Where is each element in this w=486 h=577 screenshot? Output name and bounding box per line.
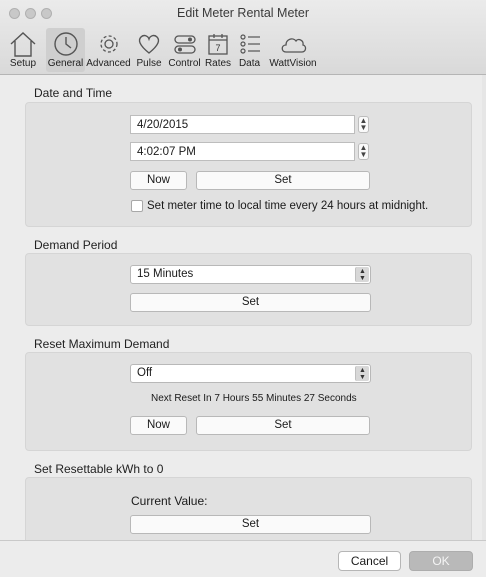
demand-period-section-title: Demand Period xyxy=(34,238,118,252)
toolbar-label: WattVision xyxy=(269,58,317,69)
demand-period-set-button[interactable]: Set xyxy=(130,293,371,312)
resettable-kwh-section-title: Set Resettable kWh to 0 xyxy=(34,462,164,476)
demand-period-select[interactable]: 15 Minutes ▲ ▼ xyxy=(130,265,371,284)
toolbar-label: General xyxy=(47,58,84,69)
reset-max-demand-select[interactable]: Off ▲ ▼ xyxy=(130,364,371,383)
reset-max-demand-value: Off xyxy=(137,367,153,379)
toolbar-data[interactable]: Data xyxy=(233,28,266,72)
date-stepper[interactable]: ▲ ▼ xyxy=(358,116,369,133)
demand-period-value: 15 Minutes xyxy=(137,268,194,280)
house-icon xyxy=(0,30,46,58)
toolbar-general[interactable]: General xyxy=(46,28,85,72)
current-value-label: Current Value: xyxy=(131,494,208,508)
date-time-set-button[interactable]: Set xyxy=(196,171,370,190)
toolbar-control[interactable]: Control xyxy=(166,28,203,72)
toolbar-label: Data xyxy=(238,58,261,69)
toolbar-label: Control xyxy=(168,58,201,69)
toolbar-label: Pulse xyxy=(136,58,162,69)
reset-max-demand-section-title: Reset Maximum Demand xyxy=(34,337,170,351)
time-stepper[interactable]: ▲ ▼ xyxy=(358,143,369,160)
gear-icon xyxy=(85,30,132,58)
list-icon xyxy=(233,30,266,58)
toolbar-advanced[interactable]: Advanced xyxy=(85,28,132,72)
date-time-section-title: Date and Time xyxy=(34,86,113,100)
chevron-updown-icon: ▲ ▼ xyxy=(355,366,369,381)
toolbar-label: Advanced xyxy=(86,58,131,69)
heart-icon xyxy=(132,30,166,58)
toolbar-label: Rates xyxy=(204,58,232,69)
midnight-sync-checkbox[interactable] xyxy=(131,200,143,212)
edit-meter-window: Edit Meter Rental Meter Setup General Ad… xyxy=(0,0,486,577)
cancel-button[interactable]: Cancel xyxy=(338,551,401,571)
resettable-kwh-panel xyxy=(25,477,472,545)
date-field[interactable]: 4/20/2015 xyxy=(130,115,355,134)
toggle-icon xyxy=(166,30,203,58)
demand-period-panel xyxy=(25,253,472,326)
chevron-updown-icon: ▲ ▼ xyxy=(355,267,369,282)
resettable-kwh-set-button[interactable]: Set xyxy=(130,515,371,534)
calendar-icon: 7 xyxy=(203,30,233,58)
title-bar: Edit Meter Rental Meter Setup General Ad… xyxy=(0,0,486,75)
calendar-day: 7 xyxy=(215,43,220,53)
toolbar-wattvision[interactable]: WattVision xyxy=(266,28,320,72)
window-title: Edit Meter Rental Meter xyxy=(177,6,309,20)
time-field[interactable]: 4:02:07 PM xyxy=(130,142,355,161)
ok-button[interactable]: OK xyxy=(409,551,473,571)
cloud-icon xyxy=(266,30,320,58)
toolbar-rates[interactable]: 7 Rates xyxy=(203,28,233,72)
toolbar-pulse[interactable]: Pulse xyxy=(132,28,166,72)
date-time-now-button[interactable]: Now xyxy=(130,171,187,190)
reset-max-demand-set-button[interactable]: Set xyxy=(196,416,370,435)
toolbar-label: Setup xyxy=(9,58,37,69)
clock-icon xyxy=(46,30,85,58)
reset-max-demand-now-button[interactable]: Now xyxy=(130,416,187,435)
next-reset-text: Next Reset In 7 Hours 55 Minutes 27 Seco… xyxy=(151,393,357,404)
toolbar-setup[interactable]: Setup xyxy=(0,28,46,72)
midnight-sync-label: Set meter time to local time every 24 ho… xyxy=(147,200,429,212)
scrollbar[interactable] xyxy=(482,75,486,540)
